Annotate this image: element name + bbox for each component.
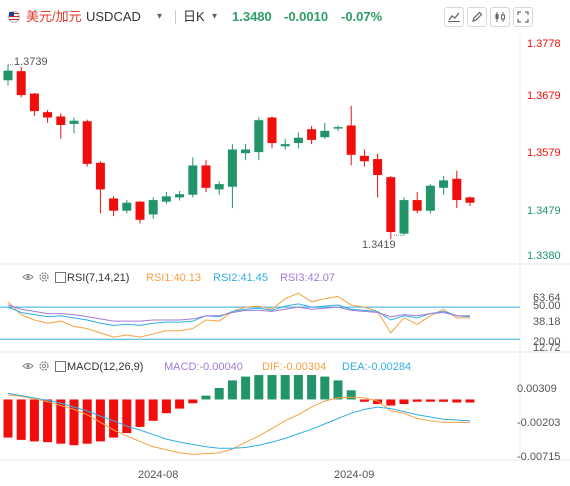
candle-body: [386, 177, 396, 233]
macd-bar: [227, 380, 237, 400]
macd-bar: [16, 399, 26, 440]
candle-body: [122, 202, 132, 211]
candle-body: [82, 121, 92, 164]
candle-body: [254, 120, 264, 153]
high-price-label: 1.3739: [14, 56, 48, 68]
rsi2-value: RSI2:41.45: [213, 272, 269, 284]
macd-bar: [241, 376, 251, 400]
candle-body: [109, 198, 119, 211]
x-axis-label: 2024-09: [334, 469, 375, 481]
candle-body: [69, 120, 79, 124]
candle-body: [465, 197, 475, 203]
macd-bar: [201, 395, 211, 400]
price-axis-label: 1.3679: [527, 90, 561, 102]
macd-bar: [386, 399, 396, 406]
macd-bar: [425, 399, 435, 402]
macd-bar: [175, 399, 185, 409]
rsi1-value: RSI1:40.13: [146, 272, 202, 284]
macd-bar: [135, 399, 145, 427]
candle-body: [201, 165, 211, 188]
eye-icon[interactable]: [22, 271, 34, 283]
candle-body: [346, 125, 356, 155]
candle-body: [333, 127, 343, 129]
candle-body: [293, 137, 303, 144]
candle-body: [399, 200, 409, 234]
candle-body: [280, 144, 290, 147]
macd-bar: [346, 390, 356, 400]
x-axis-label: 2024-08: [138, 469, 179, 481]
eye-icon[interactable]: [22, 360, 34, 372]
low-price-label: 1.3419: [362, 239, 396, 251]
rsi3-value: RSI3:42.07: [280, 272, 336, 284]
macd-bar: [412, 399, 422, 402]
candle-body: [3, 70, 13, 81]
candle-body: [29, 93, 39, 112]
rsi-title[interactable]: RSI(7,14,21): [67, 272, 129, 284]
rsi-axis-label: 38.18: [533, 316, 561, 328]
price-axis-label: 1.3479: [527, 205, 561, 217]
macd-bar: [148, 399, 158, 421]
macd-title[interactable]: MACD(12,26,9): [67, 361, 143, 373]
indicator-box-icon[interactable]: [54, 271, 66, 283]
macd-bar: [359, 399, 369, 402]
candle-body: [425, 185, 435, 211]
candle-body: [16, 71, 26, 96]
macd-bar: [188, 399, 198, 404]
rsi-axis-label: 12.72: [533, 342, 561, 354]
price-axis-label: 1.3579: [527, 147, 561, 159]
gear-icon[interactable]: [38, 360, 50, 372]
candle-body: [161, 196, 171, 202]
macd-bar: [320, 376, 330, 400]
macd-bar: [161, 399, 171, 414]
candle-body: [241, 149, 251, 154]
macd-bar: [267, 375, 277, 400]
chart-canvas[interactable]: [0, 0, 570, 486]
candle-body: [373, 159, 383, 176]
macd-bar: [280, 375, 290, 400]
candle-body: [135, 201, 145, 220]
macd-bar: [214, 388, 224, 400]
macd-bar: [439, 399, 449, 402]
macd-bar: [293, 375, 303, 400]
candle-body: [56, 116, 66, 125]
candle-body: [43, 112, 53, 118]
dea-value: DEA:-0.00284: [342, 361, 412, 373]
macd-bar: [465, 399, 475, 403]
gear-icon[interactable]: [38, 271, 50, 283]
candle-body: [175, 194, 185, 198]
candle-body: [307, 129, 317, 140]
price-axis-label: 1.3778: [527, 38, 561, 50]
rsi-axis-label: 50.00: [533, 300, 561, 312]
macd-bar: [307, 375, 317, 400]
candle-body: [412, 200, 422, 211]
candle-body: [359, 155, 369, 162]
macd-axis-label: -0.00203: [517, 417, 561, 429]
candle-body: [227, 149, 237, 187]
chart-app: 美元/加元 USDCAD ▾ 日K ▾ 1.3480 -0.0010 -0.07…: [0, 0, 570, 486]
candle-body: [452, 178, 462, 201]
macd-bar: [254, 375, 264, 400]
indicator-box-icon[interactable]: [54, 360, 66, 372]
macd-bar: [122, 399, 132, 434]
macd-bar: [82, 399, 92, 444]
macd-bar: [3, 399, 13, 438]
candle-body: [148, 200, 158, 215]
candle-body: [188, 165, 198, 195]
candle-body: [320, 130, 330, 138]
candle-body: [214, 184, 224, 190]
candle-body: [439, 180, 449, 188]
candle-body: [267, 117, 277, 144]
macd-bar: [43, 399, 53, 443]
macd-bar: [399, 399, 409, 405]
macd-bar: [333, 380, 343, 400]
candle-body: [95, 162, 105, 190]
macd-axis-label: -0.00715: [517, 451, 561, 463]
macd-value: MACD:-0.00040: [164, 361, 243, 373]
macd-bar: [452, 399, 462, 403]
macd-axis-label: 0.00309: [517, 383, 557, 395]
macd-bar: [29, 399, 39, 442]
price-axis-label: 1.3380: [527, 250, 561, 262]
dif-value: DIF:-0.00304: [262, 361, 327, 373]
